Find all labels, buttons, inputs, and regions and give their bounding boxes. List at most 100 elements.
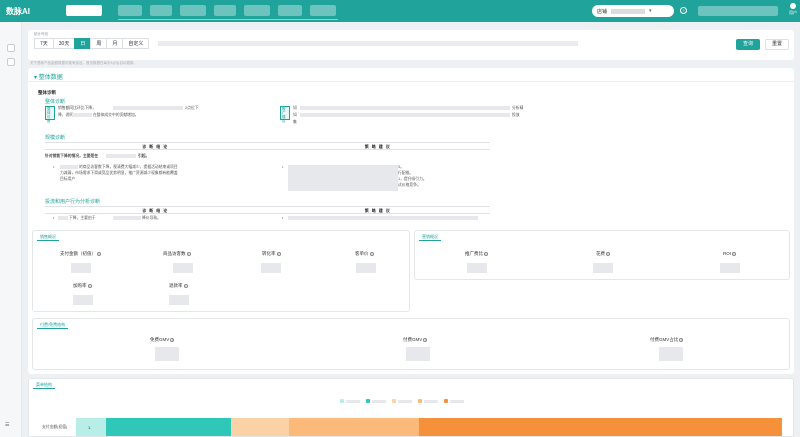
bar-segment[interactable] <box>419 418 782 436</box>
info-icon[interactable]: i <box>97 252 101 256</box>
nav-underline <box>118 19 338 20</box>
sidebar: ☰ <box>0 22 22 437</box>
bullet-text: 的商品访客数下降，视清费大幅减少，提据活动结束或项目 <box>79 165 178 169</box>
account-info-redacted <box>698 6 778 16</box>
metric-label: 加购率 <box>73 283 87 288</box>
help-icon[interactable]: ? <box>680 7 687 14</box>
info-icon[interactable]: i <box>679 338 684 342</box>
metric-value-redacted <box>593 263 613 273</box>
scale-text: 引起。 <box>138 154 150 158</box>
metric-label: 付费GMV占比 <box>650 337 679 342</box>
shop-name-redacted <box>611 8 646 14</box>
bar-segment[interactable]: 1. <box>76 418 106 436</box>
legend-item[interactable] <box>392 399 412 403</box>
info-icon[interactable]: i <box>484 252 488 256</box>
nav-tab[interactable] <box>180 5 206 16</box>
filter-label: 统计时段 <box>34 32 48 36</box>
nav-tab[interactable] <box>244 5 270 16</box>
info-icon[interactable]: i <box>276 252 281 256</box>
metric-value-redacted <box>659 347 683 361</box>
nav-tab[interactable] <box>118 5 142 16</box>
user-avatar[interactable]: 用户 <box>788 3 798 16</box>
metric-paid-gmv-ratio: 付费GMV占比 i <box>650 337 684 343</box>
bar-segment[interactable] <box>289 418 419 436</box>
advice-tag: 推广建议 <box>280 106 290 123</box>
data-note: 关于退款产品金额数据可能有延迟。首页数据在每天8点后自动更新。 <box>30 61 137 65</box>
nav-tab[interactable] <box>278 5 302 16</box>
range-month-button[interactable]: 月 <box>106 38 124 49</box>
legend-item[interactable] <box>366 399 386 403</box>
behavior-diagnosis-title: 投流和用户行为分析诊断 <box>45 199 101 205</box>
redacted-text <box>72 113 92 117</box>
menu-collapse-icon[interactable]: ☰ <box>5 422 9 428</box>
legend-swatch <box>418 399 422 403</box>
info-icon[interactable]: i <box>423 338 428 342</box>
shop-select[interactable]: 店铺 ▾ <box>592 5 674 17</box>
metric-value-redacted <box>356 263 376 273</box>
metric-free-gmv: 免费GMV i <box>150 337 175 343</box>
metric-visitors: 商品访客数 i <box>163 251 191 257</box>
diagnosis-heading: 整体诊断 <box>38 90 56 95</box>
column-advice: 策略建议 <box>364 144 393 149</box>
scale-text: 针对销售下降的情况，主要是在 <box>45 154 99 158</box>
bullet-text: • <box>53 165 55 169</box>
info-icon[interactable]: i <box>170 338 175 342</box>
legend-item[interactable] <box>340 399 360 403</box>
bullet-text: • <box>282 216 284 220</box>
legend-item[interactable] <box>444 399 464 403</box>
metric-label: 转化率 <box>262 251 276 256</box>
date-range-redacted[interactable] <box>158 41 578 46</box>
range-week-button[interactable]: 周 <box>90 38 108 49</box>
nav-tab[interactable] <box>310 5 336 16</box>
legend-swatch <box>366 399 370 403</box>
redacted-text <box>113 106 183 110</box>
diagnosis-text: 2点位下 <box>185 106 199 110</box>
metric-value-redacted <box>73 295 93 305</box>
info-icon[interactable]: i <box>186 252 191 256</box>
info-icon[interactable]: i <box>606 252 610 256</box>
sales-card-title: 销售概况 <box>37 234 59 241</box>
range-custom-button[interactable]: 自定义 <box>122 38 150 49</box>
info-icon[interactable]: i <box>87 284 92 288</box>
legend-item[interactable] <box>418 399 438 403</box>
bar-segment[interactable] <box>106 418 231 436</box>
info-icon[interactable]: i <box>369 252 374 256</box>
advice-text: 如 <box>293 113 297 117</box>
bullet-text: 力减弱，市场需求下滑或竞品优势明显，推广资源减少现象都有能覆盖 <box>60 171 178 175</box>
metric-paid-gmv: 付费GMV i <box>403 337 428 343</box>
range-30d-button[interactable]: 30天 <box>52 38 76 49</box>
scale-diagnosis-title: 规模诊断 <box>45 135 66 141</box>
sidebar-nav-icon[interactable] <box>7 58 15 66</box>
metric-value-redacted <box>155 347 179 361</box>
query-button[interactable]: 查询 <box>736 39 760 50</box>
legend-swatch <box>340 399 344 403</box>
column-conclusion: 诊断结论 <box>142 208 171 213</box>
info-icon[interactable]: i <box>732 252 737 256</box>
advice-item: 行配推。 <box>398 171 414 175</box>
range-7d-button[interactable]: 7天 <box>34 38 54 49</box>
bar-segment[interactable] <box>231 418 289 436</box>
advice-text: 集 <box>293 120 297 124</box>
app-logo: 数脉AI <box>6 7 30 16</box>
range-day-button[interactable]: 日 <box>74 38 92 49</box>
bullet-text: 目标用户 <box>60 177 76 181</box>
metric-roi: ROI i <box>723 251 737 256</box>
advice-item: 1，提升吸引力。 <box>398 177 427 181</box>
legend-label-redacted <box>346 399 360 403</box>
stacked-bar-label: 支付金额(初值) <box>42 425 68 429</box>
bullet-text: • <box>282 165 284 169</box>
sidebar-toggle-icon[interactable] <box>7 44 15 52</box>
nav-tab[interactable] <box>214 5 236 16</box>
section-title[interactable]: ▾ 整体数据 <box>34 72 63 81</box>
diagnosis-tag: 整体诊断 <box>45 106 55 123</box>
behavior-text: 降价导致。 <box>142 216 161 220</box>
chart-legend <box>340 399 464 403</box>
diagnosis-text: 降，说明 <box>58 113 74 117</box>
metric-spend: 花费 i <box>596 251 610 257</box>
info-icon[interactable]: i <box>183 284 188 288</box>
metric-label: 支付金额（初值） <box>60 251 96 256</box>
nav-tab[interactable] <box>150 5 172 16</box>
reset-button[interactable]: 重置 <box>765 39 789 50</box>
metric-label: 免费GMV <box>150 337 170 342</box>
nav-tab-active[interactable] <box>66 5 102 16</box>
